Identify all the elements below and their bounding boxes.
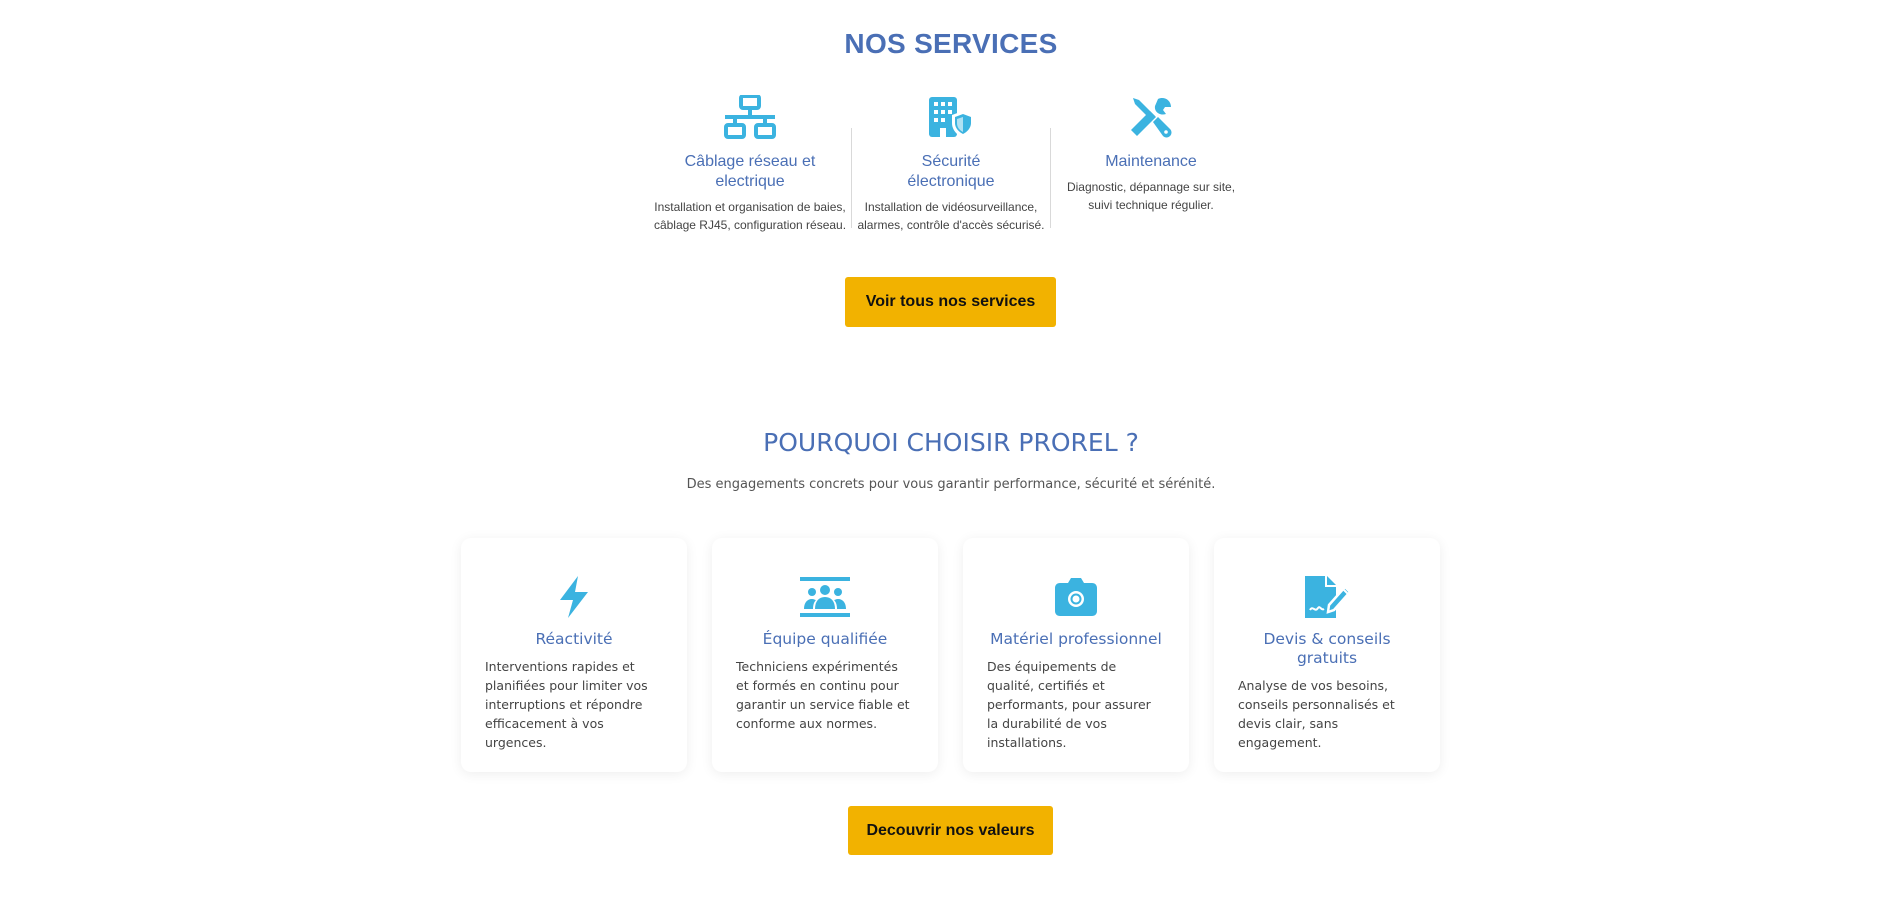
file-signature-icon — [1238, 572, 1416, 622]
team-icon — [736, 572, 914, 622]
why-subtitle: Des engagements concrets pour vous garan… — [686, 477, 1216, 492]
card-reactivite: Réactivité Interventions rapides et plan… — [461, 538, 687, 772]
camera-icon — [987, 572, 1165, 622]
card-description: Interventions rapides et planifiées pour… — [485, 659, 648, 750]
card-description: Des équipements de qualité, certifiés et… — [987, 659, 1151, 750]
card-description: Techniciens expérimentés et formés en co… — [736, 659, 910, 731]
bolt-icon — [485, 572, 663, 622]
service-cablage: Câblage réseau et electrique Installatio… — [650, 92, 850, 234]
view-all-services-button[interactable]: Voir tous nos services — [845, 277, 1056, 327]
network-icon — [650, 92, 850, 142]
services-title: NOS SERVICES — [844, 28, 1058, 59]
card-title: Équipe qualifiée — [762, 630, 888, 648]
service-maintenance: Maintenance Diagnostic, dépannage sur si… — [1051, 92, 1251, 214]
card-materiel: Matériel professionnel Des équipements d… — [963, 538, 1189, 772]
service-description: Diagnostic, dépannage sur site, suivi te… — [1066, 180, 1236, 212]
card-title: Devis & conseils gratuits — [1263, 630, 1391, 667]
card-title: Matériel professionnel — [990, 630, 1162, 648]
card-description: Analyse de vos besoins, conseils personn… — [1238, 678, 1395, 750]
service-name: Maintenance — [1105, 153, 1197, 170]
card-equipe: Équipe qualifiée Techniciens expérimenté… — [712, 538, 938, 772]
service-name: Câblage réseau et electrique — [684, 153, 816, 190]
service-securite: Sécurité électronique Installation de vi… — [851, 92, 1051, 234]
tools-icon — [1051, 92, 1251, 142]
card-devis: Devis & conseils gratuits Analyse de vos… — [1214, 538, 1440, 772]
why-title: POURQUOI CHOISIR PROREL ? — [763, 428, 1139, 457]
service-description: Installation de vidéosurveillance, alarm… — [857, 200, 1045, 232]
card-title: Réactivité — [535, 630, 613, 648]
service-description: Installation et organisation de baies, c… — [653, 200, 847, 232]
discover-values-button[interactable]: Decouvrir nos valeurs — [848, 806, 1053, 855]
building-shield-icon — [851, 92, 1051, 142]
service-name: Sécurité électronique — [907, 153, 995, 190]
